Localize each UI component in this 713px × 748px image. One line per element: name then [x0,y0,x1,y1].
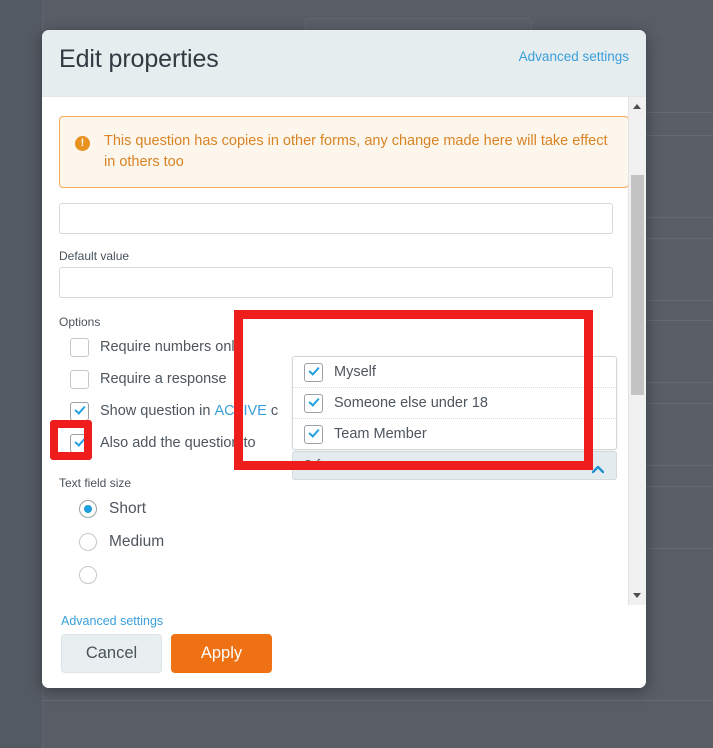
forms-dropdown-toggle[interactable]: 3 forms [292,451,617,480]
forms-dropdown-item-team-member[interactable]: Team Member [293,419,616,449]
scrollbar-thumb[interactable] [631,175,644,395]
forms-dropdown-item-someone-else-under-18[interactable]: Someone else under 18 [293,388,616,419]
dialog-body-content: ! This question has copies in other form… [42,97,629,591]
also-add-question-to-checkbox[interactable] [70,433,89,453]
default-value-label: Default value [59,249,130,263]
radio-label: Short [109,499,147,517]
apply-button[interactable]: Apply [171,634,272,673]
radio-row-long-clipped[interactable] [79,558,595,591]
chevron-up-icon [592,465,604,474]
myself-checkbox[interactable] [304,362,323,382]
list-item-label: Team Member [334,426,427,442]
scroll-down-arrow-icon[interactable] [629,587,646,604]
warning-message: This question has copies in other forms,… [104,133,608,170]
dialog-header: Edit properties Advanced settings [42,30,646,97]
option-label: Show question in ACTIVE c [100,403,278,419]
advanced-settings-link-footer[interactable]: Advanced settings [61,614,163,628]
cancel-button[interactable]: Cancel [61,634,162,673]
list-item-label: Someone else under 18 [334,395,488,411]
page-root: Edit properties Advanced settings ! This… [0,0,713,748]
forms-dropdown-list: Myself Someone else under 18 Team Member [292,356,617,450]
text-field-size-long-radio[interactable] [79,565,97,584]
edit-properties-dialog: Edit properties Advanced settings ! This… [42,30,646,688]
option-label-prefix: Show question in [100,403,215,419]
team-member-checkbox[interactable] [304,424,323,444]
option-label-suffix: c [266,403,279,419]
alert-exclamation-icon: ! [75,136,90,151]
option-label: Also add the question to [100,435,256,451]
radio-row-medium[interactable]: Medium [79,525,595,558]
require-numbers-only-checkbox[interactable] [70,337,89,357]
page-title: Edit properties [59,45,219,73]
show-question-in-active-checkbox[interactable] [70,401,89,421]
option-label: Require a response [100,371,227,387]
require-a-response-checkbox[interactable] [70,369,89,389]
option-label-accent: ACTIVE [214,403,267,419]
dialog-footer: Advanced settings Cancel Apply [42,605,646,688]
dialog-body-scrollbar[interactable] [628,97,646,605]
forms-dropdown-item-myself[interactable]: Myself [293,357,616,388]
radio-row-short[interactable]: Short [79,492,595,525]
options-section-label: Options [59,315,101,329]
background-sidebar [0,0,42,748]
option-label: Require numbers only [100,339,242,355]
text-field-size-medium-radio[interactable] [79,532,97,551]
question-label-input[interactable] [59,203,613,234]
radio-label: Medium [109,532,165,550]
advanced-settings-link-header[interactable]: Advanced settings [519,49,629,64]
scroll-up-arrow-icon[interactable] [629,98,646,115]
text-field-size-short-radio[interactable] [79,499,97,518]
default-value-input[interactable] [59,267,613,298]
forms-dropdown-selected-value: 3 forms [304,458,353,474]
duplicate-question-warning: ! This question has copies in other form… [59,116,629,188]
forms-multiselect-dropdown: Myself Someone else under 18 Team Member… [292,356,617,480]
someone-else-under-18-checkbox[interactable] [304,393,323,413]
list-item-label: Myself [334,364,376,380]
background-table-row-line [42,700,713,701]
dialog-scroll-body: ! This question has copies in other form… [42,97,646,605]
